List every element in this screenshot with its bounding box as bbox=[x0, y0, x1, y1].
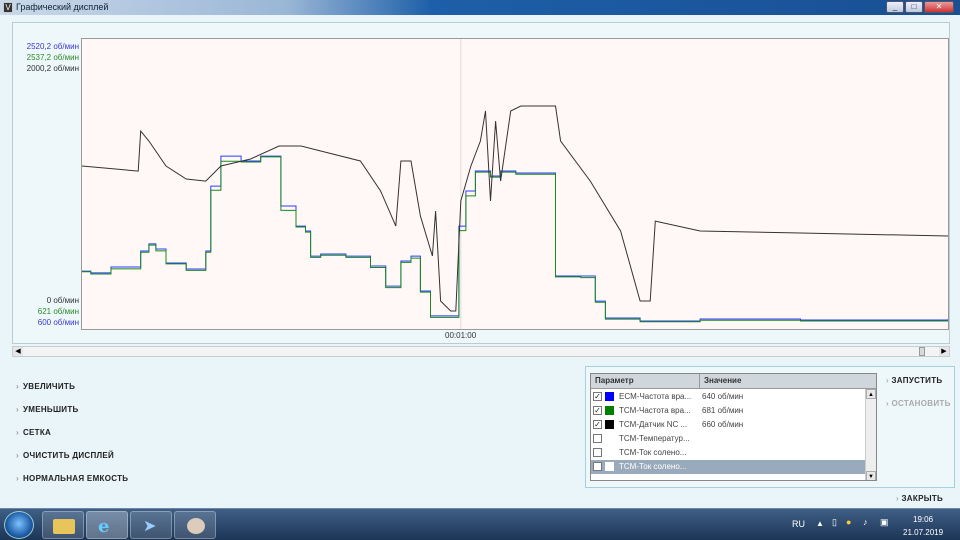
y-max-black-label: 2000,2 об/мин bbox=[26, 64, 79, 73]
app-icon: V bbox=[3, 2, 13, 13]
scroll-thumb[interactable] bbox=[919, 347, 925, 356]
stop-button[interactable]: › ОСТАНОВИТЬ bbox=[886, 399, 951, 408]
y-min-blue-label: 600 об/мин bbox=[37, 318, 79, 327]
scroll-left-arrow[interactable]: ◀ bbox=[13, 347, 23, 356]
param-name: TCM-Ток солено... bbox=[619, 462, 687, 471]
command-button[interactable]: › УМЕНЬШИТЬ bbox=[16, 405, 79, 414]
y-min-green-label: 621 об/мин bbox=[37, 307, 79, 316]
command-button[interactable]: › СЕТКА bbox=[16, 428, 51, 437]
paint-taskbar-icon[interactable] bbox=[174, 511, 216, 539]
table-scrollbar[interactable]: ▲ ▼ bbox=[865, 389, 876, 480]
close-button[interactable]: › ЗАКРЫТЬ bbox=[896, 494, 943, 503]
taskbar: e ➤ RU ▲ ▯ ● ♪ ▣ 19:06 21.07.2019 bbox=[0, 508, 960, 540]
row-checkbox[interactable] bbox=[593, 462, 602, 471]
network-icon[interactable]: ● bbox=[846, 517, 851, 527]
plot-area bbox=[81, 38, 949, 330]
command-button[interactable]: › УВЕЛИЧИТЬ bbox=[16, 382, 75, 391]
series-line-3 bbox=[81, 105, 949, 312]
start-menu-button[interactable] bbox=[4, 511, 34, 539]
command-label: СЕТКА bbox=[22, 428, 52, 437]
y-max-green-label: 2537,2 об/мин bbox=[26, 53, 79, 62]
table-row[interactable]: TCM-Температур... bbox=[591, 432, 866, 446]
header-value[interactable]: Значение bbox=[700, 374, 741, 388]
close-window-button[interactable]: ✕ bbox=[924, 1, 954, 13]
command-label: НОРМАЛЬНАЯ ЕМКОСТЬ bbox=[22, 474, 129, 483]
language-indicator[interactable]: RU bbox=[792, 519, 805, 529]
chevron-icon: › bbox=[16, 405, 19, 414]
internet-explorer-taskbar-icon[interactable]: e bbox=[86, 511, 128, 539]
param-name: TCM-Температур... bbox=[619, 434, 690, 443]
stop-label: ОСТАНОВИТЬ bbox=[891, 399, 951, 408]
tray-expand-icon[interactable]: ▲ bbox=[816, 519, 824, 528]
row-checkbox[interactable]: ✓ bbox=[593, 406, 602, 415]
row-checkbox[interactable] bbox=[593, 434, 602, 443]
param-value: 640 об/мин bbox=[702, 392, 744, 401]
table-row[interactable]: ✓ TCM-Датчик NC ... 660 об/мин bbox=[591, 418, 866, 432]
clock-time[interactable]: 19:06 bbox=[913, 515, 933, 524]
row-checkbox[interactable]: ✓ bbox=[593, 392, 602, 401]
horizontal-scrollbar[interactable]: ◀ ▶ bbox=[12, 346, 950, 357]
x-tick-label: 00:01:00 bbox=[445, 331, 477, 340]
table-row[interactable]: TCM-Ток солено... bbox=[591, 446, 866, 460]
telegram-taskbar-icon[interactable]: ➤ bbox=[130, 511, 172, 539]
table-header: Параметр Значение bbox=[591, 374, 876, 389]
scroll-right-arrow[interactable]: ▶ bbox=[939, 347, 949, 356]
app-tray-icon[interactable]: ▣ bbox=[880, 517, 889, 528]
color-swatch bbox=[605, 420, 614, 429]
color-swatch bbox=[605, 462, 614, 471]
command-button[interactable]: › ОЧИСТИТЬ ДИСПЛЕЙ bbox=[16, 451, 114, 460]
param-name: ECM-Частота вра... bbox=[619, 392, 692, 401]
volume-icon[interactable]: ♪ bbox=[863, 517, 868, 527]
parameter-table: Параметр Значение ✓ ECM-Частота вра... 640… bbox=[590, 373, 877, 481]
color-swatch bbox=[605, 392, 614, 401]
chevron-icon: › bbox=[16, 474, 19, 483]
maximize-button[interactable]: □ bbox=[905, 1, 923, 13]
table-row[interactable]: TCM-Ток солено... bbox=[591, 460, 866, 474]
color-swatch bbox=[605, 406, 614, 415]
command-label: ОЧИСТИТЬ ДИСПЛЕЙ bbox=[22, 451, 115, 460]
chevron-icon: › bbox=[16, 428, 19, 437]
scroll-down-arrow[interactable]: ▼ bbox=[866, 471, 876, 480]
clock-date[interactable]: 21.07.2019 bbox=[903, 528, 943, 537]
window-title: Графический дисплей bbox=[16, 2, 109, 12]
param-value: 681 об/мин bbox=[702, 406, 744, 415]
start-label: ЗАПУСТИТЬ bbox=[891, 376, 943, 385]
explorer-taskbar-icon[interactable] bbox=[42, 511, 84, 539]
chart-svg bbox=[81, 39, 949, 329]
y-max-blue-label: 2520,2 об/мин bbox=[26, 42, 79, 51]
scroll-up-arrow[interactable]: ▲ bbox=[866, 389, 876, 399]
close-label: ЗАКРЫТЬ bbox=[901, 494, 944, 503]
param-value: 660 об/мин bbox=[702, 420, 744, 429]
command-label: УМЕНЬШИТЬ bbox=[22, 405, 79, 414]
start-button[interactable]: › ЗАПУСТИТЬ bbox=[886, 376, 942, 385]
series-line-1 bbox=[82, 155, 949, 322]
battery-icon[interactable]: ▯ bbox=[832, 517, 837, 528]
y-min-black-label: 0 об/мин bbox=[46, 296, 79, 305]
command-label: УВЕЛИЧИТЬ bbox=[22, 382, 76, 391]
chevron-icon: › bbox=[16, 451, 19, 460]
param-name: TCM-Датчик NC ... bbox=[619, 420, 688, 429]
command-button[interactable]: › НОРМАЛЬНАЯ ЕМКОСТЬ bbox=[16, 474, 128, 483]
param-name: TCM-Ток солено... bbox=[619, 448, 687, 457]
series-line-2 bbox=[82, 156, 949, 323]
table-row[interactable]: ✓ ECM-Частота вра... 640 об/мин bbox=[591, 390, 866, 404]
chevron-icon: › bbox=[16, 382, 19, 391]
header-parameter[interactable]: Параметр bbox=[591, 374, 700, 388]
minimize-button[interactable]: _ bbox=[886, 1, 904, 13]
title-bar: V Графический дисплей _ □ ✕ bbox=[0, 0, 960, 15]
param-name: TCM-Частота вра... bbox=[619, 406, 691, 415]
row-checkbox[interactable] bbox=[593, 448, 602, 457]
table-row[interactable]: ✓ TCM-Частота вра... 681 об/мин bbox=[591, 404, 866, 418]
row-checkbox[interactable]: ✓ bbox=[593, 420, 602, 429]
